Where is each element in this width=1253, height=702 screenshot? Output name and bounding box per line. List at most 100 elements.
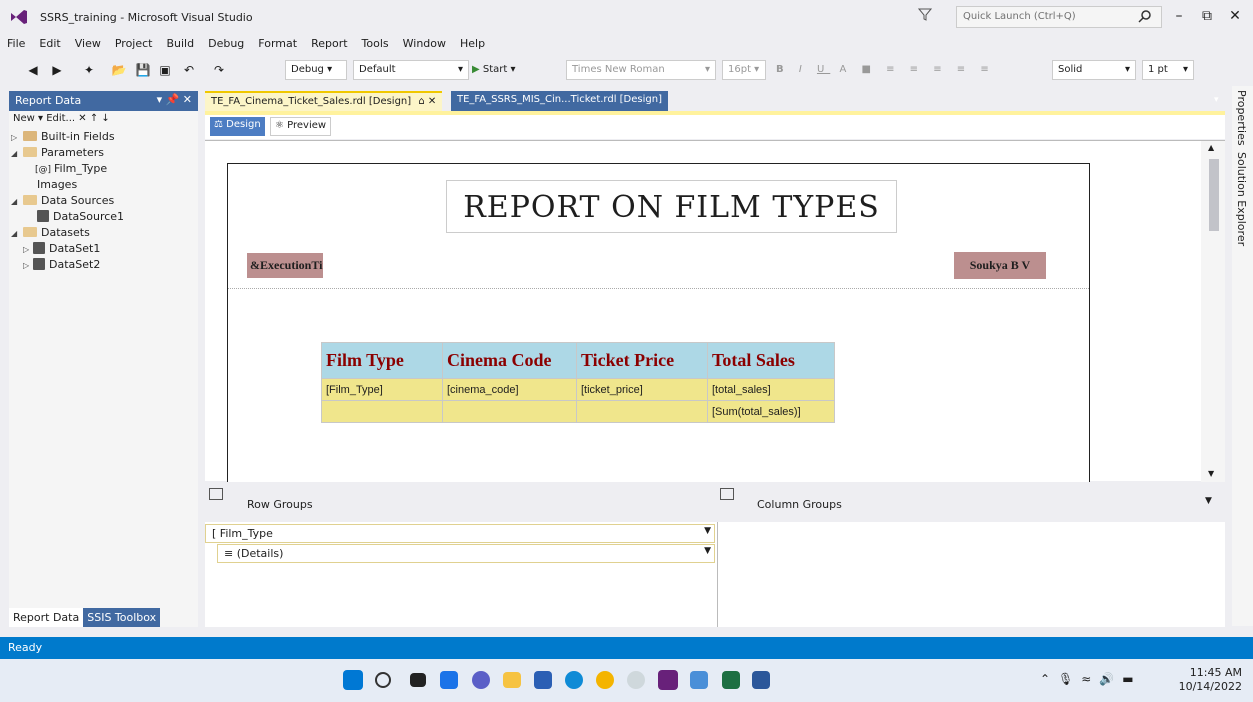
cell-sum-total-sales[interactable]: [Sum(total_sales)] (707, 400, 835, 423)
tree-item-built-in-fields[interactable]: ▷ Built-in Fields (11, 129, 115, 144)
minimize-button[interactable]: – (1166, 4, 1192, 28)
tree-item-dataset1[interactable]: ▷ DataSet1 (23, 241, 100, 256)
scroll-down-icon[interactable]: ▼ (1208, 469, 1214, 478)
border-style-select[interactable]: Solid ▾ (1052, 60, 1136, 80)
menu-build[interactable]: Build (159, 34, 201, 53)
pin-icon[interactable]: ⌂ (418, 96, 424, 107)
panel-controls[interactable]: ▾ 📌 ✕ (157, 93, 192, 106)
tab-report-data[interactable]: Report Data (9, 608, 84, 627)
menu-project[interactable]: Project (108, 34, 160, 53)
font-family-select[interactable]: Times New Roman ▾ (566, 60, 716, 80)
word-icon[interactable] (752, 671, 770, 689)
tree-item-parameters[interactable]: ◢ Parameters (11, 145, 104, 160)
vertical-scrollbar[interactable]: ▲ ▼ (1201, 141, 1225, 482)
store-icon[interactable] (534, 671, 552, 689)
dropdown-icon[interactable]: ▼ (704, 546, 711, 556)
tree-item-data-sources[interactable]: ◢ Data Sources (11, 193, 114, 208)
redo-icon[interactable]: ↷ (210, 61, 228, 79)
close-button[interactable]: ✕ (1222, 4, 1248, 28)
report-title[interactable]: REPORT ON FILM TYPES (446, 180, 897, 233)
undo-icon[interactable]: ↶ (180, 61, 198, 79)
tree-item-images[interactable]: Images (37, 177, 77, 192)
menu-debug[interactable]: Debug (201, 34, 251, 53)
visual-studio-taskbar-icon[interactable] (658, 670, 678, 690)
header-film-type[interactable]: Film Type (321, 342, 443, 379)
tree-item-datasets[interactable]: ◢ Datasets (11, 225, 90, 240)
close-tab-icon[interactable]: ✕ (428, 96, 436, 107)
edge-icon[interactable] (565, 671, 583, 689)
dropdown-icon[interactable]: ▼ (704, 526, 711, 536)
format-buttons[interactable]: B I U A ■ ≡ ≡ ≡ ≡ ≡ (776, 64, 995, 75)
scroll-thumb[interactable] (1209, 159, 1219, 231)
open-folder-icon[interactable]: 📂 (110, 61, 128, 79)
execution-time-textbox[interactable]: &ExecutionTime (247, 253, 323, 278)
save-all-icon[interactable]: ▣ (156, 61, 174, 79)
cell-total-sales[interactable]: [total_sales] (707, 378, 835, 401)
tree-item-film-type[interactable]: [@] Film_Type (35, 161, 107, 176)
tree-item-dataset2[interactable]: ▷ DataSet2 (23, 257, 100, 272)
cell-ticket-price[interactable]: [ticket_price] (576, 378, 708, 401)
report-data-toolbar[interactable]: New ▾ Edit... ✕ ↑ ↓ (9, 111, 198, 129)
tab-cinema-ticket-sales[interactable]: TE_FA_Cinema_Ticket_Sales.rdl [Design] ⌂… (205, 91, 443, 111)
report-body[interactable]: REPORT ON FILM TYPES &ExecutionTime Souk… (227, 163, 1090, 493)
row-groups-icon (209, 488, 223, 500)
cell-total-empty[interactable] (576, 400, 708, 423)
chat-icon[interactable] (472, 671, 490, 689)
new-project-icon[interactable]: ✦ (80, 61, 98, 79)
system-tray-icons[interactable]: ⌃🎙≈🔊▬ (1040, 672, 1142, 686)
menu-view[interactable]: View (68, 34, 108, 53)
menu-tools[interactable]: Tools (355, 34, 396, 53)
search-icon[interactable] (1138, 9, 1152, 23)
forward-icon[interactable]: ▶ (48, 61, 66, 79)
clock[interactable]: 11:45 AM 10/14/2022 (1158, 666, 1242, 694)
group-film-type[interactable]: [ Film_Type ▼ (205, 524, 715, 543)
tab-overflow-icon[interactable]: ▾ (1214, 95, 1219, 105)
tree-item-datasource1[interactable]: DataSource1 (37, 209, 124, 224)
header-cinema-code[interactable]: Cinema Code (442, 342, 577, 379)
ssms-icon[interactable] (690, 671, 708, 689)
tab-ssis-toolbox[interactable]: SSIS Toolbox (83, 608, 161, 627)
font-size-select[interactable]: 16pt ▾ (722, 60, 766, 80)
grouping-menu-icon[interactable]: ▼ (1205, 496, 1212, 506)
cell-total-empty[interactable] (442, 400, 577, 423)
properties-tab[interactable]: Properties (1235, 90, 1248, 146)
back-icon[interactable]: ◀ (24, 61, 42, 79)
solution-explorer-tab[interactable]: Solution Explorer (1235, 152, 1248, 246)
save-icon[interactable]: 💾 (134, 61, 152, 79)
menu-help[interactable]: Help (453, 34, 492, 53)
search-icon[interactable] (375, 672, 391, 688)
widgets-icon[interactable] (440, 671, 458, 689)
header-ticket-price[interactable]: Ticket Price (576, 342, 708, 379)
preview-tab[interactable]: ⚛ Preview (270, 117, 332, 136)
start-icon[interactable] (343, 670, 363, 690)
menu-report[interactable]: Report (304, 34, 354, 53)
tab-ssrs-mis-ticket[interactable]: TE_FA_SSRS_MIS_Cin...Ticket.rdl [Design] (451, 91, 668, 111)
menu-format[interactable]: Format (251, 34, 304, 53)
task-view-icon[interactable] (410, 673, 426, 687)
start-button[interactable]: ▶ Start ▾ (472, 64, 516, 75)
menu-window[interactable]: Window (396, 34, 453, 53)
group-details[interactable]: ≡ (Details) ▼ (217, 544, 715, 563)
restore-button[interactable]: ⧉ (1194, 4, 1220, 28)
author-textbox[interactable]: Soukya B V (954, 252, 1046, 279)
cell-total-empty[interactable] (321, 400, 443, 423)
excel-icon[interactable] (722, 671, 740, 689)
design-tab[interactable]: ⚖ Design (210, 117, 265, 136)
app-icon[interactable] (627, 671, 645, 689)
border-width-select[interactable]: 1 pt ▾ (1142, 60, 1194, 80)
notification-filter-icon[interactable] (918, 7, 932, 21)
view-tabs: ⚖ Design ⚛ Preview (205, 115, 1225, 139)
file-explorer-icon[interactable] (503, 672, 521, 688)
scroll-up-icon[interactable]: ▲ (1208, 143, 1214, 152)
platform-select[interactable]: Default ▾ (353, 60, 469, 80)
header-total-sales[interactable]: Total Sales (707, 342, 835, 379)
cell-film-type[interactable]: [Film_Type] (321, 378, 443, 401)
cell-cinema-code[interactable]: [cinema_code] (442, 378, 577, 401)
solution-config-select[interactable]: Debug ▾ (285, 60, 347, 80)
tablix[interactable]: Film Type Cinema Code Ticket Price Total… (321, 342, 835, 423)
quick-launch-input[interactable]: Quick Launch (Ctrl+Q) (956, 6, 1162, 28)
menu-edit[interactable]: Edit (32, 34, 67, 53)
menu-file[interactable]: File (0, 34, 32, 53)
chrome-icon[interactable] (596, 671, 614, 689)
toolbar: ◀ ▶ ✦ 📂 💾 ▣ ↶ ↷ Debug ▾ Default ▾ ▶ Start… (0, 57, 1253, 83)
